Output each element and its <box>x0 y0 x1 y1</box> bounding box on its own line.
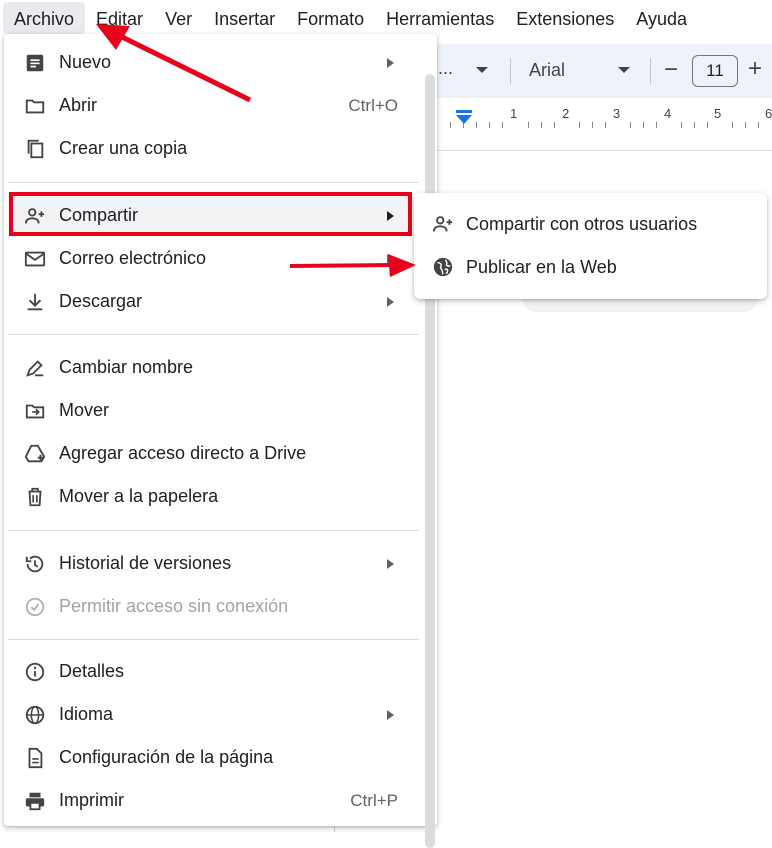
move-folder-icon <box>25 404 45 419</box>
ruler-number: 2 <box>562 106 570 121</box>
ruler-number: 6 <box>765 106 772 121</box>
ruler-number: 1 <box>510 106 518 121</box>
menu-divider <box>8 182 419 183</box>
menu-item-mover[interactable]: Mover <box>8 390 412 430</box>
menu-divider <box>8 334 419 335</box>
toolbar-divider <box>650 58 651 84</box>
menu-bar: Archivo Editar Ver Insertar Formato Herr… <box>0 0 772 36</box>
decrease-font-size-button[interactable]: − <box>664 56 678 84</box>
increase-font-size-button[interactable]: + <box>748 55 762 83</box>
menu-archivo[interactable]: Archivo <box>3 2 86 34</box>
submenu-arrow-icon <box>387 710 394 720</box>
submenu-item-label: Publicar en la Web <box>466 257 617 277</box>
menu-item-detalles[interactable]: Detalles <box>8 651 412 691</box>
submenu-arrow-icon <box>387 58 394 68</box>
menu-item-sin-conexion: Permitir acceso sin conexión <box>8 586 412 626</box>
menu-item-acceso-directo[interactable]: Agregar acceso directo a Drive <box>8 433 412 473</box>
ruler-number: 4 <box>664 106 672 121</box>
ruler-number: 3 <box>613 106 621 121</box>
menu-item-config-pagina[interactable]: Configuración de la página <box>8 737 412 777</box>
menu-ayuda[interactable]: Ayuda <box>625 2 698 34</box>
menu-item-label: Mover <box>59 400 110 420</box>
style-selector[interactable]: ... <box>438 58 453 79</box>
submenu-item-compartir-usuarios[interactable]: Compartir con otros usuarios <box>414 203 767 245</box>
menu-formato[interactable]: Formato <box>286 2 375 34</box>
history-icon <box>25 555 44 573</box>
menu-item-label: Detalles <box>59 661 125 681</box>
menu-item-nuevo[interactable]: Nuevo <box>8 42 412 82</box>
chevron-down-icon[interactable] <box>618 67 630 73</box>
menu-item-label: Permitir acceso sin conexión <box>59 596 289 616</box>
document-icon <box>26 54 44 72</box>
submenu-arrow-icon <box>387 297 394 307</box>
email-icon <box>24 251 46 267</box>
menu-item-label: Nuevo <box>59 52 112 72</box>
menu-divider <box>8 639 419 640</box>
menu-item-label: Abrir <box>59 95 98 115</box>
chevron-down-icon[interactable] <box>476 67 488 73</box>
menu-item-idioma[interactable]: Idioma <box>8 694 412 734</box>
menu-item-historial[interactable]: Historial de versiones <box>8 543 412 583</box>
menu-herramientas[interactable]: Herramientas <box>375 2 505 34</box>
toolbar-divider <box>510 58 511 84</box>
menu-item-label: Imprimir <box>59 790 124 810</box>
submenu-arrow-icon <box>387 254 394 264</box>
menu-item-label: Configuración de la página <box>59 747 274 767</box>
menu-item-imprimir[interactable]: Imprimir Ctrl+P <box>8 780 412 820</box>
menu-ver[interactable]: Ver <box>154 2 203 34</box>
menu-item-label: Historial de versiones <box>59 553 232 573</box>
public-globe-icon <box>433 257 453 277</box>
person-add-icon <box>432 216 453 232</box>
menu-item-label: Idioma <box>59 704 114 724</box>
menu-scrollbar[interactable] <box>425 74 435 848</box>
menu-item-crear-copia[interactable]: Crear una copia <box>8 128 412 168</box>
submenu-arrow-icon <box>387 559 394 569</box>
share-submenu: Compartir con otros usuarios Publicar en… <box>414 193 767 299</box>
menu-item-label: Descargar <box>59 291 143 311</box>
menu-item-correo[interactable]: Correo electrónico <box>8 238 412 278</box>
shortcut-label: Ctrl+P <box>350 791 398 810</box>
menu-extensiones[interactable]: Extensiones <box>505 2 625 34</box>
offline-check-icon <box>25 597 45 617</box>
font-selector[interactable]: Arial <box>529 60 565 81</box>
download-icon <box>27 293 43 311</box>
menu-item-label: Crear una copia <box>59 138 188 158</box>
menu-item-label: Correo electrónico <box>59 248 207 268</box>
menu-item-label: Mover a la papelera <box>59 486 219 506</box>
info-icon <box>25 662 45 682</box>
submenu-item-label: Compartir con otros usuarios <box>466 214 698 234</box>
ruler-number: 5 <box>714 106 722 121</box>
menu-item-descargar[interactable]: Descargar <box>8 281 412 321</box>
font-size-input[interactable]: 11 <box>692 55 738 87</box>
file-menu: Nuevo Abrir Ctrl+O Crear una copia Compa… <box>4 34 437 848</box>
menu-editar[interactable]: Editar <box>85 2 154 34</box>
folder-icon <box>25 99 45 114</box>
page-setup-icon <box>28 747 43 769</box>
rename-icon <box>26 360 44 377</box>
menu-insertar[interactable]: Insertar <box>203 2 286 34</box>
annotation-highlight-box <box>9 192 412 236</box>
shortcut-label: Ctrl+O <box>348 96 398 115</box>
submenu-item-publicar-web[interactable]: Publicar en la Web <box>414 246 767 288</box>
ruler: 1 2 3 4 5 6 <box>436 104 772 128</box>
menu-item-papelera[interactable]: Mover a la papelera <box>8 476 412 516</box>
menu-item-abrir[interactable]: Abrir Ctrl+O <box>8 85 412 125</box>
copy-icon <box>27 139 44 159</box>
menu-item-cambiar-nombre[interactable]: Cambiar nombre <box>8 347 412 387</box>
menu-item-label: Agregar acceso directo a Drive <box>59 443 307 463</box>
menu-item-label: Cambiar nombre <box>59 357 194 377</box>
indent-marker-icon[interactable] <box>454 110 474 128</box>
globe-icon <box>25 705 45 725</box>
page-divider <box>436 150 772 151</box>
menu-divider <box>8 530 419 531</box>
print-icon <box>25 792 45 811</box>
drive-shortcut-icon <box>24 444 46 463</box>
trash-icon <box>28 487 42 507</box>
